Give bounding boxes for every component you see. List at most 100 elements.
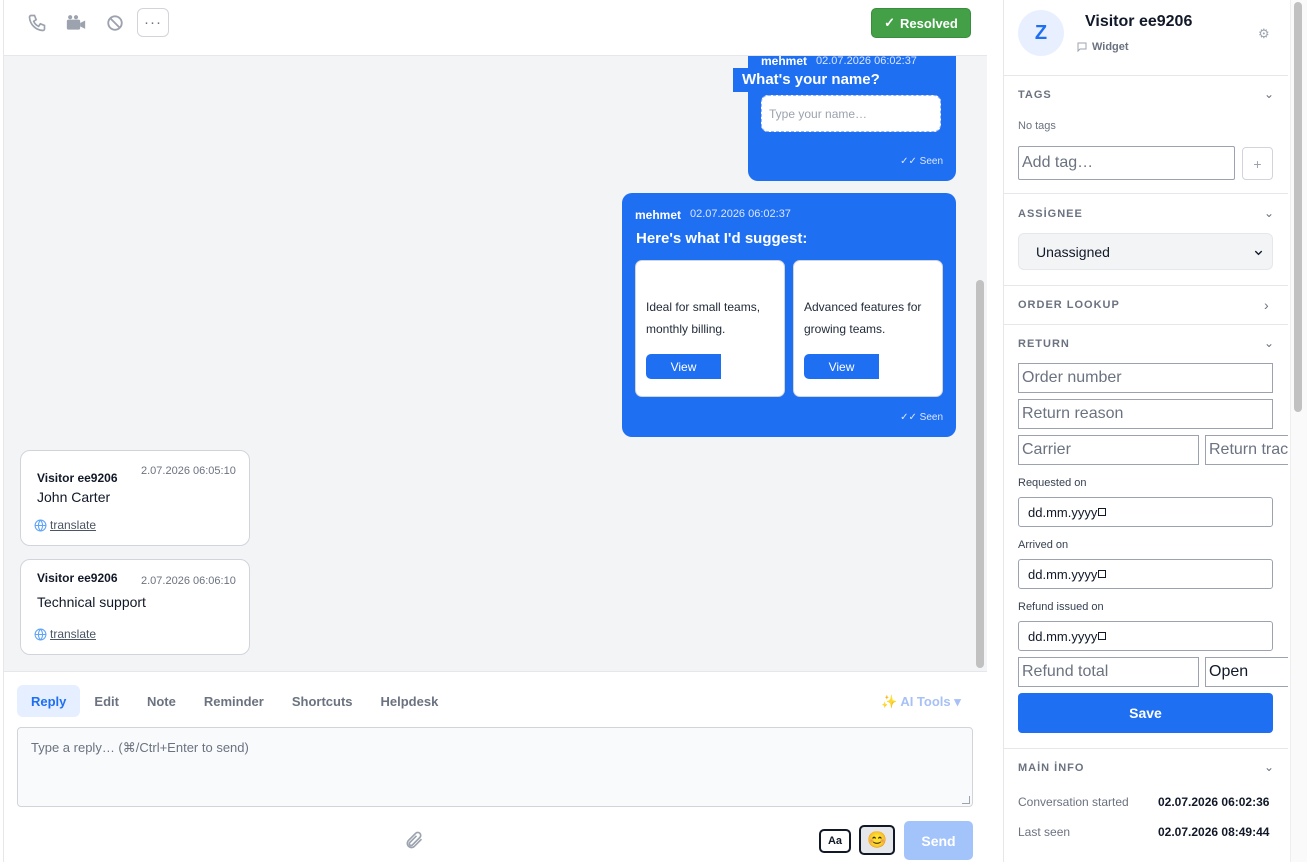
seen-status: ✓✓ Seen	[900, 156, 943, 167]
tab-helpdesk[interactable]: Helpdesk	[367, 685, 453, 717]
message-sender: Visitor ee9206	[37, 471, 118, 485]
ai-tools-dropdown[interactable]: ✨ AI Tools ▾	[881, 694, 961, 710]
visitor-message: Visitor ee9206 2.07.2026 06:06:10 Techni…	[20, 559, 250, 655]
format-button[interactable]: Aa	[819, 829, 851, 853]
suggestion-heading: Here's what I'd suggest:	[636, 230, 808, 247]
arrived-on-date[interactable]: dd.mm.yyyy	[1018, 559, 1273, 589]
add-tag-input[interactable]: Add tag…	[1018, 146, 1235, 180]
sidebar-scrollbar[interactable]	[1290, 0, 1307, 862]
chevron-down-icon[interactable]: ⌄	[1264, 336, 1274, 350]
assignee-select[interactable]: Unassigned	[1018, 233, 1273, 270]
chevron-down-icon[interactable]: ⌄	[1264, 206, 1274, 220]
channel-badge: Widget	[1076, 41, 1129, 53]
contact-sidebar: Z Visitor ee9206 Widget ⚙ TAGS ⌄ No tags…	[1003, 0, 1288, 862]
scrollbar-thumb[interactable]	[1294, 2, 1302, 412]
paperclip-icon[interactable]	[404, 829, 424, 856]
tab-reply[interactable]: Reply	[17, 685, 81, 717]
message-text: John Carter	[37, 489, 111, 505]
refund-status-select[interactable]: Open	[1205, 657, 1288, 687]
save-button[interactable]: Save	[1018, 693, 1273, 733]
add-tag-placeholder: Add tag…	[1022, 154, 1094, 171]
scrollbar-thumb[interactable]	[976, 280, 984, 668]
refund-issued-label: Refund issued on	[1018, 601, 1104, 613]
phone-icon[interactable]	[25, 11, 49, 35]
refund-total-placeholder: Refund total	[1022, 663, 1109, 680]
tab-reminder[interactable]: Reminder	[190, 685, 278, 717]
seen-status: ✓✓ Seen	[900, 412, 943, 423]
return-title: RETURN	[1018, 338, 1070, 350]
send-button[interactable]: Send	[904, 821, 973, 860]
requested-on-date[interactable]: dd.mm.yyyy	[1018, 497, 1273, 527]
order-lookup-section[interactable]: ORDER LOOKUP ›	[1004, 286, 1288, 325]
return-section: RETURN ⌄ Order number Return reason Carr…	[1004, 325, 1288, 749]
view-button[interactable]: View	[804, 354, 879, 379]
carrier-input[interactable]: Carrier	[1018, 435, 1199, 465]
name-input[interactable]: Type your name…	[761, 95, 941, 132]
message-text: Technical support	[37, 594, 146, 610]
tab-shortcuts[interactable]: Shortcuts	[278, 685, 367, 717]
composer: Reply Edit Note Reminder Shortcuts Helpd…	[4, 671, 987, 862]
translate-link[interactable]: translate	[34, 627, 96, 641]
more-options-button[interactable]: ···	[137, 8, 169, 37]
return-tracking-placeholder: Return trac	[1209, 441, 1288, 458]
smiley-icon: 😊	[867, 832, 887, 849]
tab-edit[interactable]: Edit	[80, 685, 133, 717]
block-icon[interactable]	[103, 11, 127, 35]
tab-note[interactable]: Note	[133, 685, 190, 717]
visitor-name: Visitor ee9206	[1085, 13, 1193, 30]
check-icon: ✓	[884, 15, 896, 30]
message-sender: Visitor ee9206	[37, 571, 118, 585]
translate-link[interactable]: translate	[34, 518, 96, 532]
translate-label: translate	[50, 627, 97, 641]
globe-icon	[34, 628, 47, 640]
message-list[interactable]: mehmet 02.07.2026 06:02:37 What's your n…	[4, 56, 987, 671]
message-scrollbar[interactable]	[973, 56, 987, 671]
chevron-down-icon[interactable]: ⌄	[1264, 760, 1274, 774]
date-placeholder: dd.mm.yyyy	[1028, 628, 1098, 644]
info-value: 02.07.2026 06:02:36	[1158, 795, 1270, 809]
refund-issued-date[interactable]: dd.mm.yyyy	[1018, 621, 1273, 651]
main-info-title: MAİN İNFO	[1018, 762, 1085, 774]
channel-label: Widget	[1092, 41, 1129, 53]
assignee-section: ASSİGNEE ⌄ Unassigned	[1004, 194, 1288, 286]
refund-total-input[interactable]: Refund total	[1018, 657, 1199, 687]
resize-handle[interactable]	[962, 796, 970, 804]
reply-placeholder: Type a reply… (⌘/Ctrl+Enter to send)	[31, 740, 249, 755]
message-timestamp: 02.07.2026 06:02:37	[816, 56, 917, 67]
agent-message: mehmet 02.07.2026 06:02:37 What's your n…	[733, 56, 956, 181]
resolved-button[interactable]: ✓ Resolved	[871, 8, 971, 38]
main-info-section: MAİN İNFO ⌄ Conversation started 02.07.2…	[1004, 749, 1288, 862]
order-lookup-title: ORDER LOOKUP	[1018, 299, 1120, 311]
message-timestamp: 02.07.2026 06:02:37	[690, 208, 791, 220]
return-reason-input[interactable]: Return reason	[1018, 399, 1273, 429]
view-button[interactable]: View	[646, 354, 721, 379]
agent-message: mehmet 02.07.2026 06:02:37 Here's what I…	[622, 193, 956, 437]
name-question: What's your name?	[733, 68, 889, 92]
resolved-label: Resolved	[900, 15, 958, 31]
name-input-placeholder: Type your name…	[769, 107, 868, 121]
chevron-right-icon[interactable]: ›	[1264, 297, 1269, 313]
app-window: ··· ✓ Resolved mehmet 02.07.2026 06:02:3…	[0, 0, 1307, 862]
info-label: Last seen	[1018, 825, 1071, 839]
assignee-title: ASSİGNEE	[1018, 208, 1083, 220]
order-number-input[interactable]: Order number	[1018, 363, 1273, 393]
globe-icon	[34, 519, 47, 531]
chevron-down-icon[interactable]: ⌄	[1264, 87, 1274, 101]
return-tracking-input[interactable]: Return trac	[1205, 435, 1288, 465]
arrived-on-label: Arrived on	[1018, 539, 1069, 551]
reply-textarea[interactable]: Type a reply… (⌘/Ctrl+Enter to send)	[17, 727, 973, 807]
video-icon[interactable]	[64, 11, 88, 35]
gear-icon[interactable]: ⚙	[1258, 26, 1270, 42]
info-label: Conversation started	[1018, 795, 1129, 809]
suggestion-card: Advanced features for growing teams. Vie…	[793, 260, 943, 397]
message-sender: mehmet	[635, 208, 682, 222]
emoji-button[interactable]: 😊	[859, 825, 895, 855]
carrier-placeholder: Carrier	[1022, 441, 1071, 458]
avatar: Z	[1018, 10, 1064, 56]
composer-tabs: Reply Edit Note Reminder Shortcuts Helpd…	[17, 685, 452, 717]
tags-section: TAGS ⌄ No tags Add tag… +	[1004, 76, 1288, 194]
chat-bubble-icon	[1077, 42, 1087, 53]
suggestion-card: Ideal for small teams, monthly billing. …	[635, 260, 785, 397]
calendar-icon	[1098, 570, 1107, 578]
add-tag-button[interactable]: +	[1242, 147, 1273, 180]
